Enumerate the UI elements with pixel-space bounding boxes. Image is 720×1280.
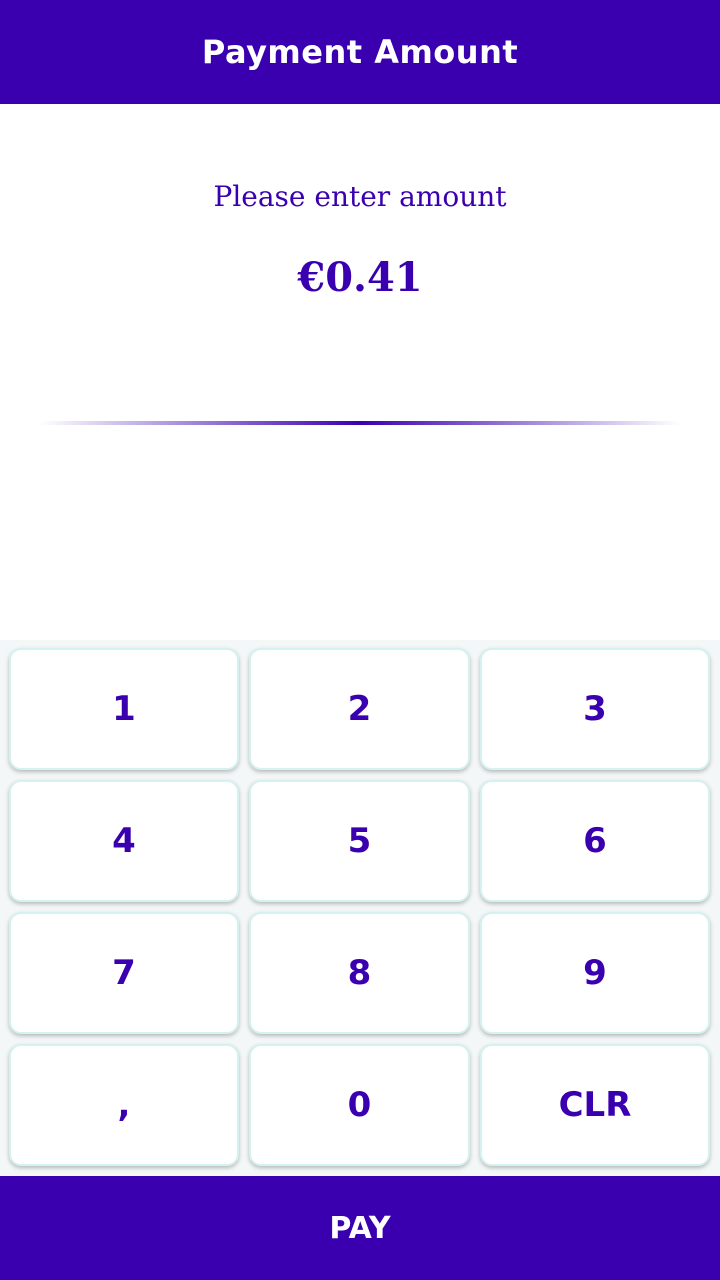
keypad: 1 2 3 4 5 6 7 8 9 , 0 CLR (0, 640, 720, 1176)
key-5[interactable]: 5 (249, 780, 470, 902)
app-header: Payment Amount (0, 0, 720, 104)
key-6[interactable]: 6 (480, 780, 710, 902)
key-1[interactable]: 1 (9, 648, 239, 770)
key-4[interactable]: 4 (9, 780, 239, 902)
key-clear[interactable]: CLR (480, 1044, 710, 1166)
key-7[interactable]: 7 (9, 912, 239, 1034)
key-9[interactable]: 9 (480, 912, 710, 1034)
divider (40, 421, 680, 425)
amount-display: €0.41 (297, 254, 423, 301)
key-8[interactable]: 8 (249, 912, 470, 1034)
key-3[interactable]: 3 (480, 648, 710, 770)
page-title: Payment Amount (201, 33, 519, 71)
key-2[interactable]: 2 (249, 648, 470, 770)
key-decimal-comma[interactable]: , (9, 1044, 239, 1166)
amount-prompt: Please enter amount (213, 180, 507, 213)
key-0[interactable]: 0 (249, 1044, 470, 1166)
pay-button[interactable]: PAY (0, 1176, 720, 1280)
